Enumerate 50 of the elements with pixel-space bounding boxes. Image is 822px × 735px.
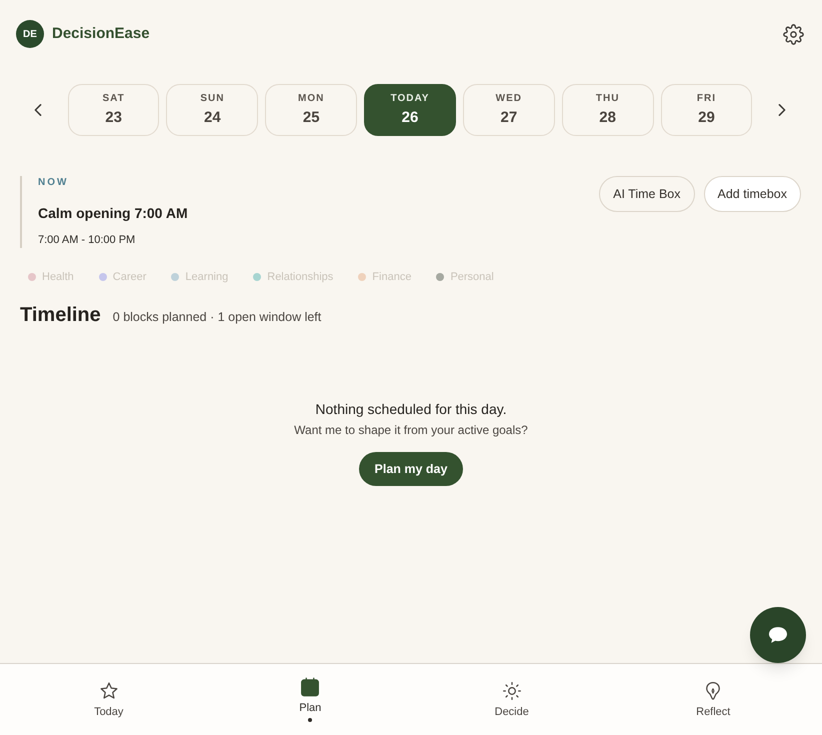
settings-icon	[782, 24, 804, 44]
weekday-label: SUN	[200, 93, 224, 105]
day-tab[interactable]: FRI 29	[660, 84, 752, 136]
chat-bubble-icon	[769, 627, 787, 643]
date-label: 29	[698, 109, 715, 127]
empty-state-title: Nothing scheduled for this day.	[315, 400, 507, 419]
day-tab[interactable]: MON 25	[265, 84, 358, 136]
nav-label: Decide	[494, 704, 529, 718]
timeline-summary: 0 blocks planned · 1 open window left	[112, 309, 322, 326]
timeline-heading: Timeline	[20, 303, 101, 328]
date-label: 26	[402, 109, 418, 127]
chevron-right-icon	[776, 104, 788, 116]
sun-icon	[502, 680, 522, 700]
day-tab[interactable]: SUN 24	[166, 84, 258, 136]
nav-tab[interactable]: Today	[8, 664, 210, 735]
calendar-icon	[300, 677, 320, 697]
weekday-label: TODAY	[390, 93, 430, 105]
nav-label: Reflect	[696, 704, 730, 718]
empty-state-message: Want me to shape it from your active goals?	[294, 422, 528, 438]
day-tab[interactable]: TODAY 26	[364, 84, 456, 136]
nav-tab[interactable]: Decide	[411, 664, 612, 735]
action-button[interactable]: AI Time Box	[599, 176, 695, 212]
nav-label: Today	[94, 704, 124, 718]
action-button[interactable]: Add timebox	[704, 176, 801, 212]
weekday-label: MON	[298, 93, 324, 105]
time-range: 7:00 AM - 10:00 PM	[38, 233, 136, 248]
active-indicator-icon	[308, 718, 312, 722]
weekday-label: SAT	[102, 93, 125, 105]
nav-tab[interactable]: Reflect	[612, 664, 814, 735]
plan-my-day-button[interactable]: Plan my day	[358, 452, 464, 486]
now-label: NOW	[38, 176, 70, 190]
day-tab[interactable]: THU 28	[562, 84, 654, 136]
date-label: 28	[599, 109, 616, 127]
date-label: 23	[105, 109, 122, 127]
date-label: 27	[500, 109, 518, 127]
star-icon	[98, 680, 119, 700]
weekday-label: THU	[596, 93, 620, 105]
weekday-label: WED	[496, 93, 522, 105]
date-label: 24	[204, 109, 221, 127]
day-tab[interactable]: WED 27	[462, 84, 555, 136]
app-name: DecisionEase	[52, 24, 150, 44]
day-tab[interactable]: SAT 23	[68, 84, 160, 136]
app-logo: DE	[16, 20, 44, 48]
weekday-label: FRI	[696, 93, 716, 105]
chevron-left-icon	[32, 104, 44, 116]
nav-tab[interactable]: Plan	[210, 664, 411, 735]
settings-button[interactable]	[782, 23, 804, 45]
current-block-title: Calm opening 7:00 AM	[38, 204, 188, 223]
nav-label: Plan	[299, 701, 322, 715]
date-label: 25	[302, 109, 320, 127]
